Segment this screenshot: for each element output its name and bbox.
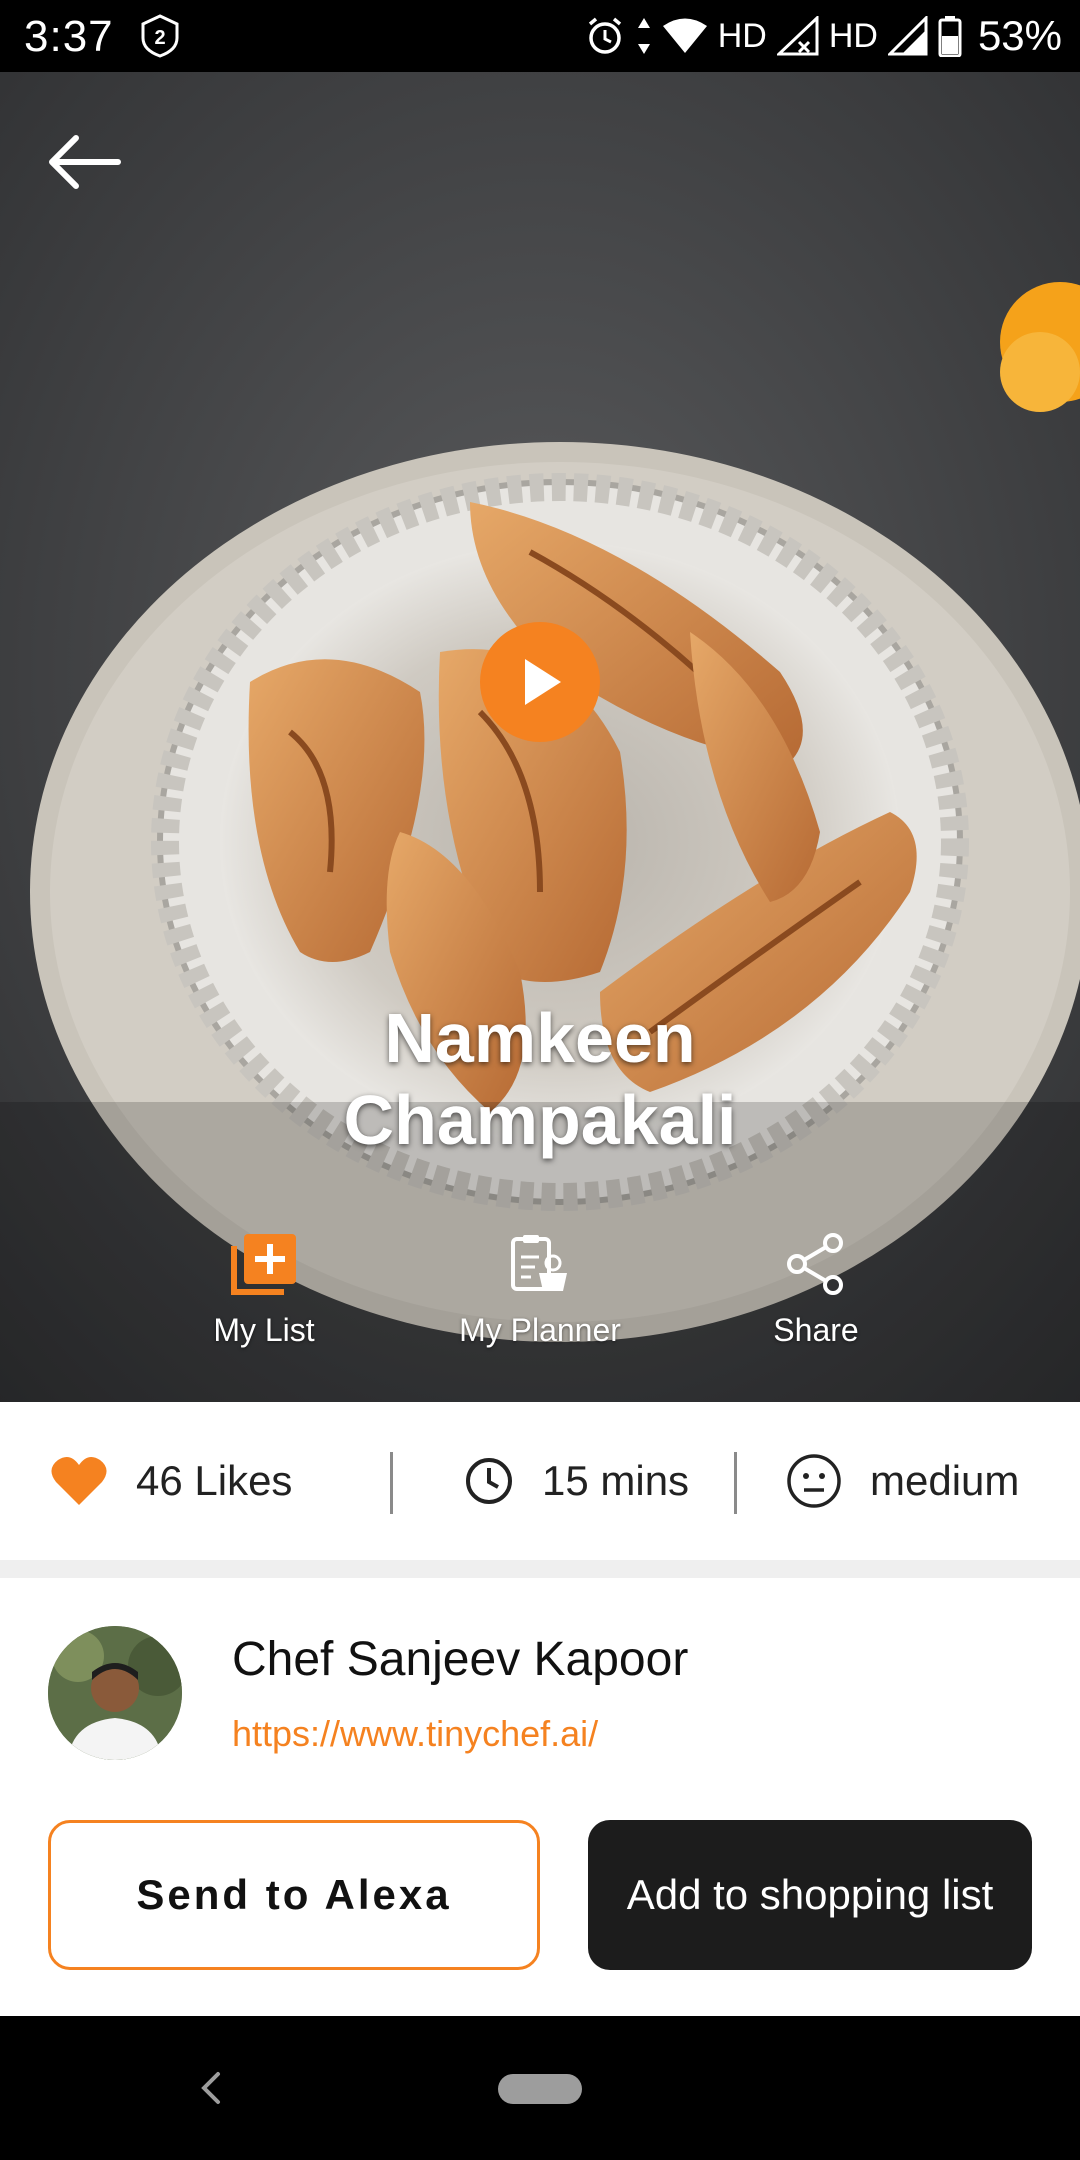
- data-arrows-icon: [637, 18, 650, 54]
- shield-badge-icon: 2: [141, 14, 179, 58]
- section-separator: [0, 1560, 1080, 1578]
- arrow-left-icon: [49, 135, 121, 189]
- status-bar: 3:37 2 HD HD 53%: [0, 0, 1080, 72]
- play-video-button[interactable]: [480, 622, 600, 742]
- add-to-shopping-list-button[interactable]: Add to shopping list: [588, 1820, 1032, 1970]
- recipe-hero: Namkeen Champakali My List My Planner Sh…: [0, 72, 1080, 1402]
- signal-no-data-icon: [776, 16, 819, 56]
- chef-photo: [48, 1626, 182, 1760]
- recipe-stats: 46 Likes 15 mins medium: [0, 1402, 1080, 1560]
- likes-stat[interactable]: 46 Likes: [50, 1402, 292, 1560]
- chef-name: Chef Sanjeev Kapoor: [232, 1633, 689, 1686]
- nav-back-icon[interactable]: [190, 2064, 230, 2112]
- likes-count: 46 Likes: [136, 1457, 293, 1504]
- back-button[interactable]: [40, 118, 128, 206]
- recipe-title-line2: Champakali: [343, 1081, 737, 1159]
- stats-divider-1: [390, 1452, 393, 1514]
- stats-divider-2: [734, 1452, 737, 1514]
- difficulty-stat: medium: [786, 1402, 1019, 1560]
- play-icon: [525, 659, 561, 705]
- recipe-title-line1: Namkeen: [384, 999, 696, 1077]
- share-label: Share: [773, 1312, 859, 1348]
- network-type-label-2: HD: [828, 16, 878, 55]
- nav-home-pill[interactable]: [498, 2074, 582, 2104]
- my-list-button[interactable]: My List: [144, 1224, 384, 1349]
- my-planner-label: My Planner: [459, 1312, 621, 1348]
- difficulty-level: medium: [870, 1457, 1020, 1504]
- chef-website-link[interactable]: https://www.tinychef.ai/: [232, 1713, 598, 1755]
- send-to-alexa-button[interactable]: Send to Alexa: [48, 1820, 540, 1970]
- wifi-icon: [662, 18, 707, 53]
- cook-time: 15 mins: [542, 1457, 690, 1504]
- heart-icon: [51, 1456, 107, 1505]
- svg-text:2: 2: [154, 27, 165, 49]
- recipe-actions: My List My Planner Share: [0, 1224, 1080, 1364]
- clock-icon: [466, 1458, 512, 1504]
- status-time: 3:37: [24, 12, 114, 61]
- chef-section: Chef Sanjeev Kapoor https://www.tinychef…: [0, 1578, 1080, 2018]
- battery-icon: [938, 16, 962, 57]
- my-planner-button[interactable]: My Planner: [420, 1224, 660, 1349]
- add-to-list-icon: [231, 1234, 296, 1295]
- alarm-icon: [588, 17, 621, 54]
- network-type-label: HD: [717, 16, 767, 55]
- share-icon: [787, 1233, 843, 1295]
- signal-icon: [887, 16, 928, 56]
- time-stat: 15 mins: [464, 1402, 689, 1560]
- planner-icon: [511, 1235, 567, 1291]
- system-nav-bar: [0, 2016, 1080, 2160]
- chef-avatar[interactable]: [48, 1626, 182, 1760]
- neutral-face-icon: [787, 1454, 841, 1508]
- my-list-label: My List: [213, 1312, 315, 1348]
- battery-percentage: 53%: [977, 12, 1062, 59]
- recipe-title: Namkeen Champakali: [0, 997, 1080, 1161]
- share-button[interactable]: Share: [696, 1224, 936, 1349]
